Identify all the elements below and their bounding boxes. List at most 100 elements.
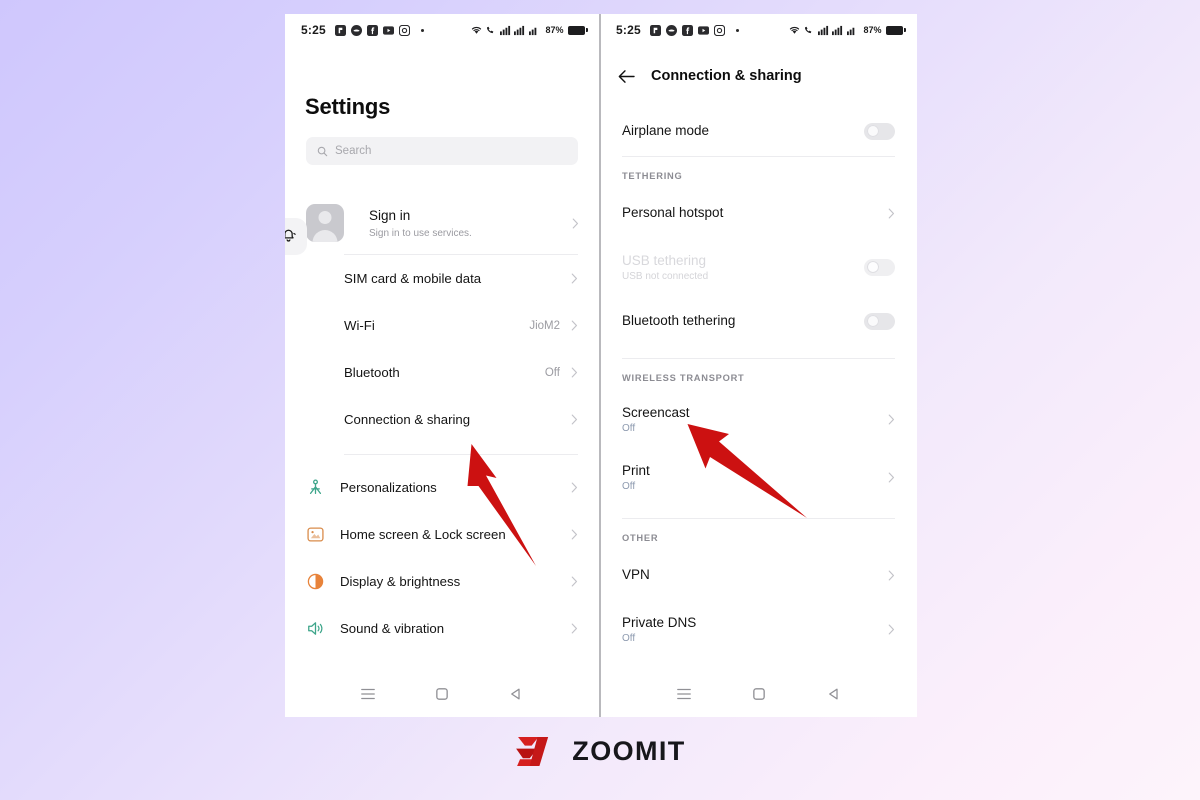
battery-percent-label: 87% xyxy=(863,25,882,35)
row-label: VPN xyxy=(622,567,650,583)
status-bar-right: 5:25 87% xyxy=(600,14,917,46)
instagram-icon xyxy=(398,24,410,36)
navigation-bar-right xyxy=(600,671,917,717)
avatar xyxy=(306,204,344,242)
app-icon xyxy=(350,24,362,36)
chevron-right-icon xyxy=(888,472,895,482)
row-label: SIM card & mobile data xyxy=(344,271,482,286)
chevron-right-icon xyxy=(571,576,578,587)
sidebar-item-sim-card[interactable]: SIM card & mobile data xyxy=(285,255,599,302)
bluetooth-tethering-toggle[interactable] xyxy=(864,312,895,330)
app-icon xyxy=(665,24,677,36)
row-airplane-mode[interactable]: Airplane mode xyxy=(600,106,917,156)
signal-bars-icon xyxy=(832,25,843,35)
search-icon xyxy=(317,146,328,156)
status-bar-left: 5:25 87% xyxy=(285,14,599,46)
bell-icon[interactable] xyxy=(285,218,307,255)
home-square-icon[interactable] xyxy=(751,686,767,702)
battery-icon xyxy=(886,25,906,35)
status-bar-notification-icons xyxy=(649,24,739,36)
row-vpn[interactable]: VPN xyxy=(600,550,917,600)
battery-percent-label: 87% xyxy=(545,25,564,35)
youtube-icon xyxy=(382,25,394,35)
chevron-right-icon xyxy=(571,414,578,425)
row-label: Screencast xyxy=(622,404,690,420)
chevron-right-icon xyxy=(571,320,578,331)
phone-split-divider xyxy=(599,14,601,717)
sign-in-subtitle: Sign in to use services. xyxy=(369,228,472,240)
row-value: JioM2 xyxy=(529,319,560,332)
phone-screen-connection-sharing: 5:25 87% Connection & sharing Airplane m… xyxy=(600,14,917,717)
sidebar-item-bluetooth[interactable]: Bluetooth Off xyxy=(285,349,599,396)
usb-tethering-toggle xyxy=(864,258,895,276)
sidebar-item-home-lock-screen[interactable]: Home screen & Lock screen xyxy=(285,511,599,558)
call-icon xyxy=(487,26,494,33)
sign-in-row[interactable]: Sign in Sign in to use services. xyxy=(285,192,599,255)
sidebar-item-sound-vibration[interactable]: Sound & vibration xyxy=(285,605,599,652)
status-bar-signal-icons: 87% xyxy=(471,25,588,36)
search-input[interactable]: Search xyxy=(306,137,578,165)
row-label: Wi-Fi xyxy=(344,318,375,333)
airplane-mode-toggle[interactable] xyxy=(864,122,895,140)
arrow-left-icon[interactable] xyxy=(618,69,635,84)
signal-bars-icon xyxy=(514,25,525,35)
divider xyxy=(344,454,578,455)
status-bar-time: 5:25 xyxy=(616,23,641,37)
watermark-text: ZOOMIT xyxy=(572,736,686,766)
row-label: Connection & sharing xyxy=(344,412,471,427)
sidebar-item-display-brightness[interactable]: Display & brightness xyxy=(285,558,599,605)
row-label: Home screen & Lock screen xyxy=(340,527,506,542)
row-label: Display & brightness xyxy=(340,574,461,589)
row-private-dns[interactable]: Private DNS Off xyxy=(600,600,917,658)
page-title: Connection & sharing xyxy=(651,68,802,84)
chevron-right-icon xyxy=(571,529,578,540)
personalization-icon xyxy=(309,479,322,495)
sound-vibration-icon xyxy=(308,622,323,635)
signal-bars-icon xyxy=(528,27,537,35)
call-icon xyxy=(805,26,812,33)
row-label: Airplane mode xyxy=(622,123,710,139)
navigation-bar-left xyxy=(285,671,599,717)
row-label: Sound & vibration xyxy=(340,621,445,636)
row-bluetooth-tethering[interactable]: Bluetooth tethering xyxy=(600,296,917,346)
status-bar-signal-icons: 87% xyxy=(789,25,906,36)
sidebar-item-wifi[interactable]: Wi-Fi JioM2 xyxy=(285,302,599,349)
chevron-right-icon xyxy=(571,273,578,284)
chevron-right-icon xyxy=(888,624,895,634)
chevron-right-icon xyxy=(572,218,579,228)
home-lock-screen-icon xyxy=(307,527,324,542)
section-header-tethering: TETHERING xyxy=(622,171,683,181)
instagram-icon xyxy=(713,24,725,36)
sidebar-item-personalizations[interactable]: Personalizations xyxy=(285,464,599,511)
chevron-right-icon xyxy=(571,482,578,493)
chevron-right-icon xyxy=(888,570,895,580)
row-label: Bluetooth tethering xyxy=(622,313,736,329)
recents-menu-icon[interactable] xyxy=(360,686,376,702)
row-label: Bluetooth xyxy=(344,365,400,380)
watermark-zoomit: ZOOMIT xyxy=(0,735,1200,768)
search-placeholder: Search xyxy=(335,145,372,157)
page-title: Settings xyxy=(305,94,391,119)
back-triangle-icon[interactable] xyxy=(508,686,524,702)
row-sublabel: USB not connected xyxy=(622,271,709,283)
recents-menu-icon[interactable] xyxy=(676,686,692,702)
sidebar-item-connection-sharing[interactable]: Connection & sharing xyxy=(285,396,599,443)
status-bar-notification-icons xyxy=(334,24,424,36)
row-label: USB tethering xyxy=(622,252,707,268)
row-screencast[interactable]: Screencast Off xyxy=(600,390,917,448)
home-square-icon[interactable] xyxy=(434,686,450,702)
back-triangle-icon[interactable] xyxy=(826,686,842,702)
signal-bars-icon xyxy=(846,27,855,35)
status-dot-icon xyxy=(420,28,424,32)
signal-bars-icon xyxy=(499,25,511,35)
row-label: Personal hotspot xyxy=(622,205,724,221)
row-personal-hotspot[interactable]: Personal hotspot xyxy=(600,188,917,238)
app-bar: Connection & sharing xyxy=(600,46,917,84)
signal-bars-icon xyxy=(817,25,829,35)
row-print[interactable]: Print Off xyxy=(600,448,917,506)
sign-in-title: Sign in xyxy=(369,207,411,223)
status-dot-icon xyxy=(735,28,739,32)
row-sublabel: Off xyxy=(622,481,636,493)
row-sublabel: Off xyxy=(622,423,636,435)
wifi-icon xyxy=(789,26,800,34)
